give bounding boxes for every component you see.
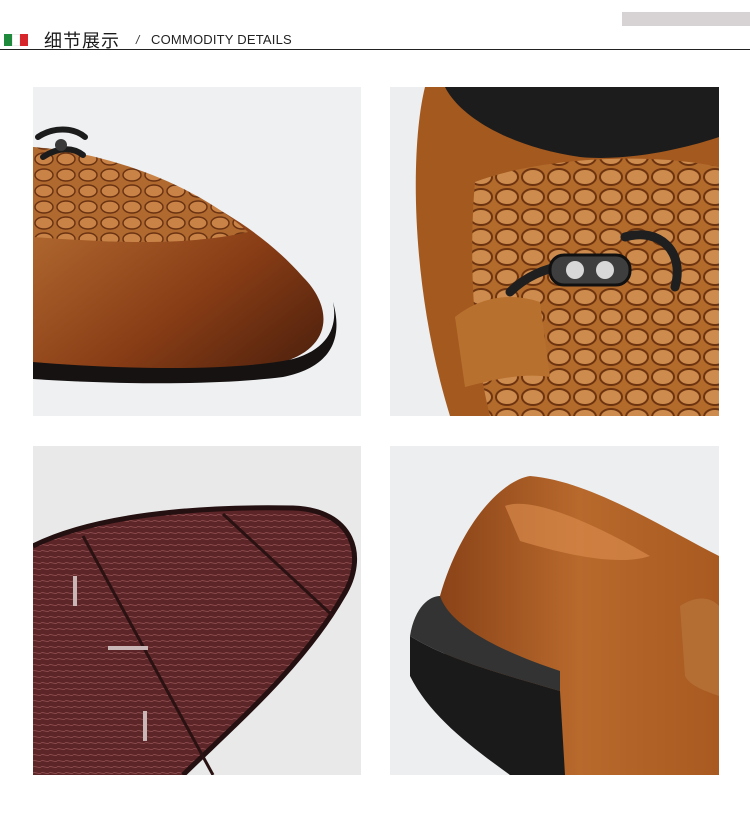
header-divider [0, 49, 750, 50]
detail-photo-buckle [390, 87, 719, 416]
detail-photo-sole [33, 446, 361, 775]
italy-flag-icon [4, 34, 28, 46]
detail-photo-toe [33, 87, 361, 416]
section-title-en: COMMODITY DETAILS [151, 32, 292, 47]
title-separator: / [136, 33, 140, 47]
top-decoration-bar [622, 12, 750, 26]
detail-photo-heel [390, 446, 719, 775]
section-header: 细节展示 / COMMODITY DETAILS [0, 0, 750, 52]
